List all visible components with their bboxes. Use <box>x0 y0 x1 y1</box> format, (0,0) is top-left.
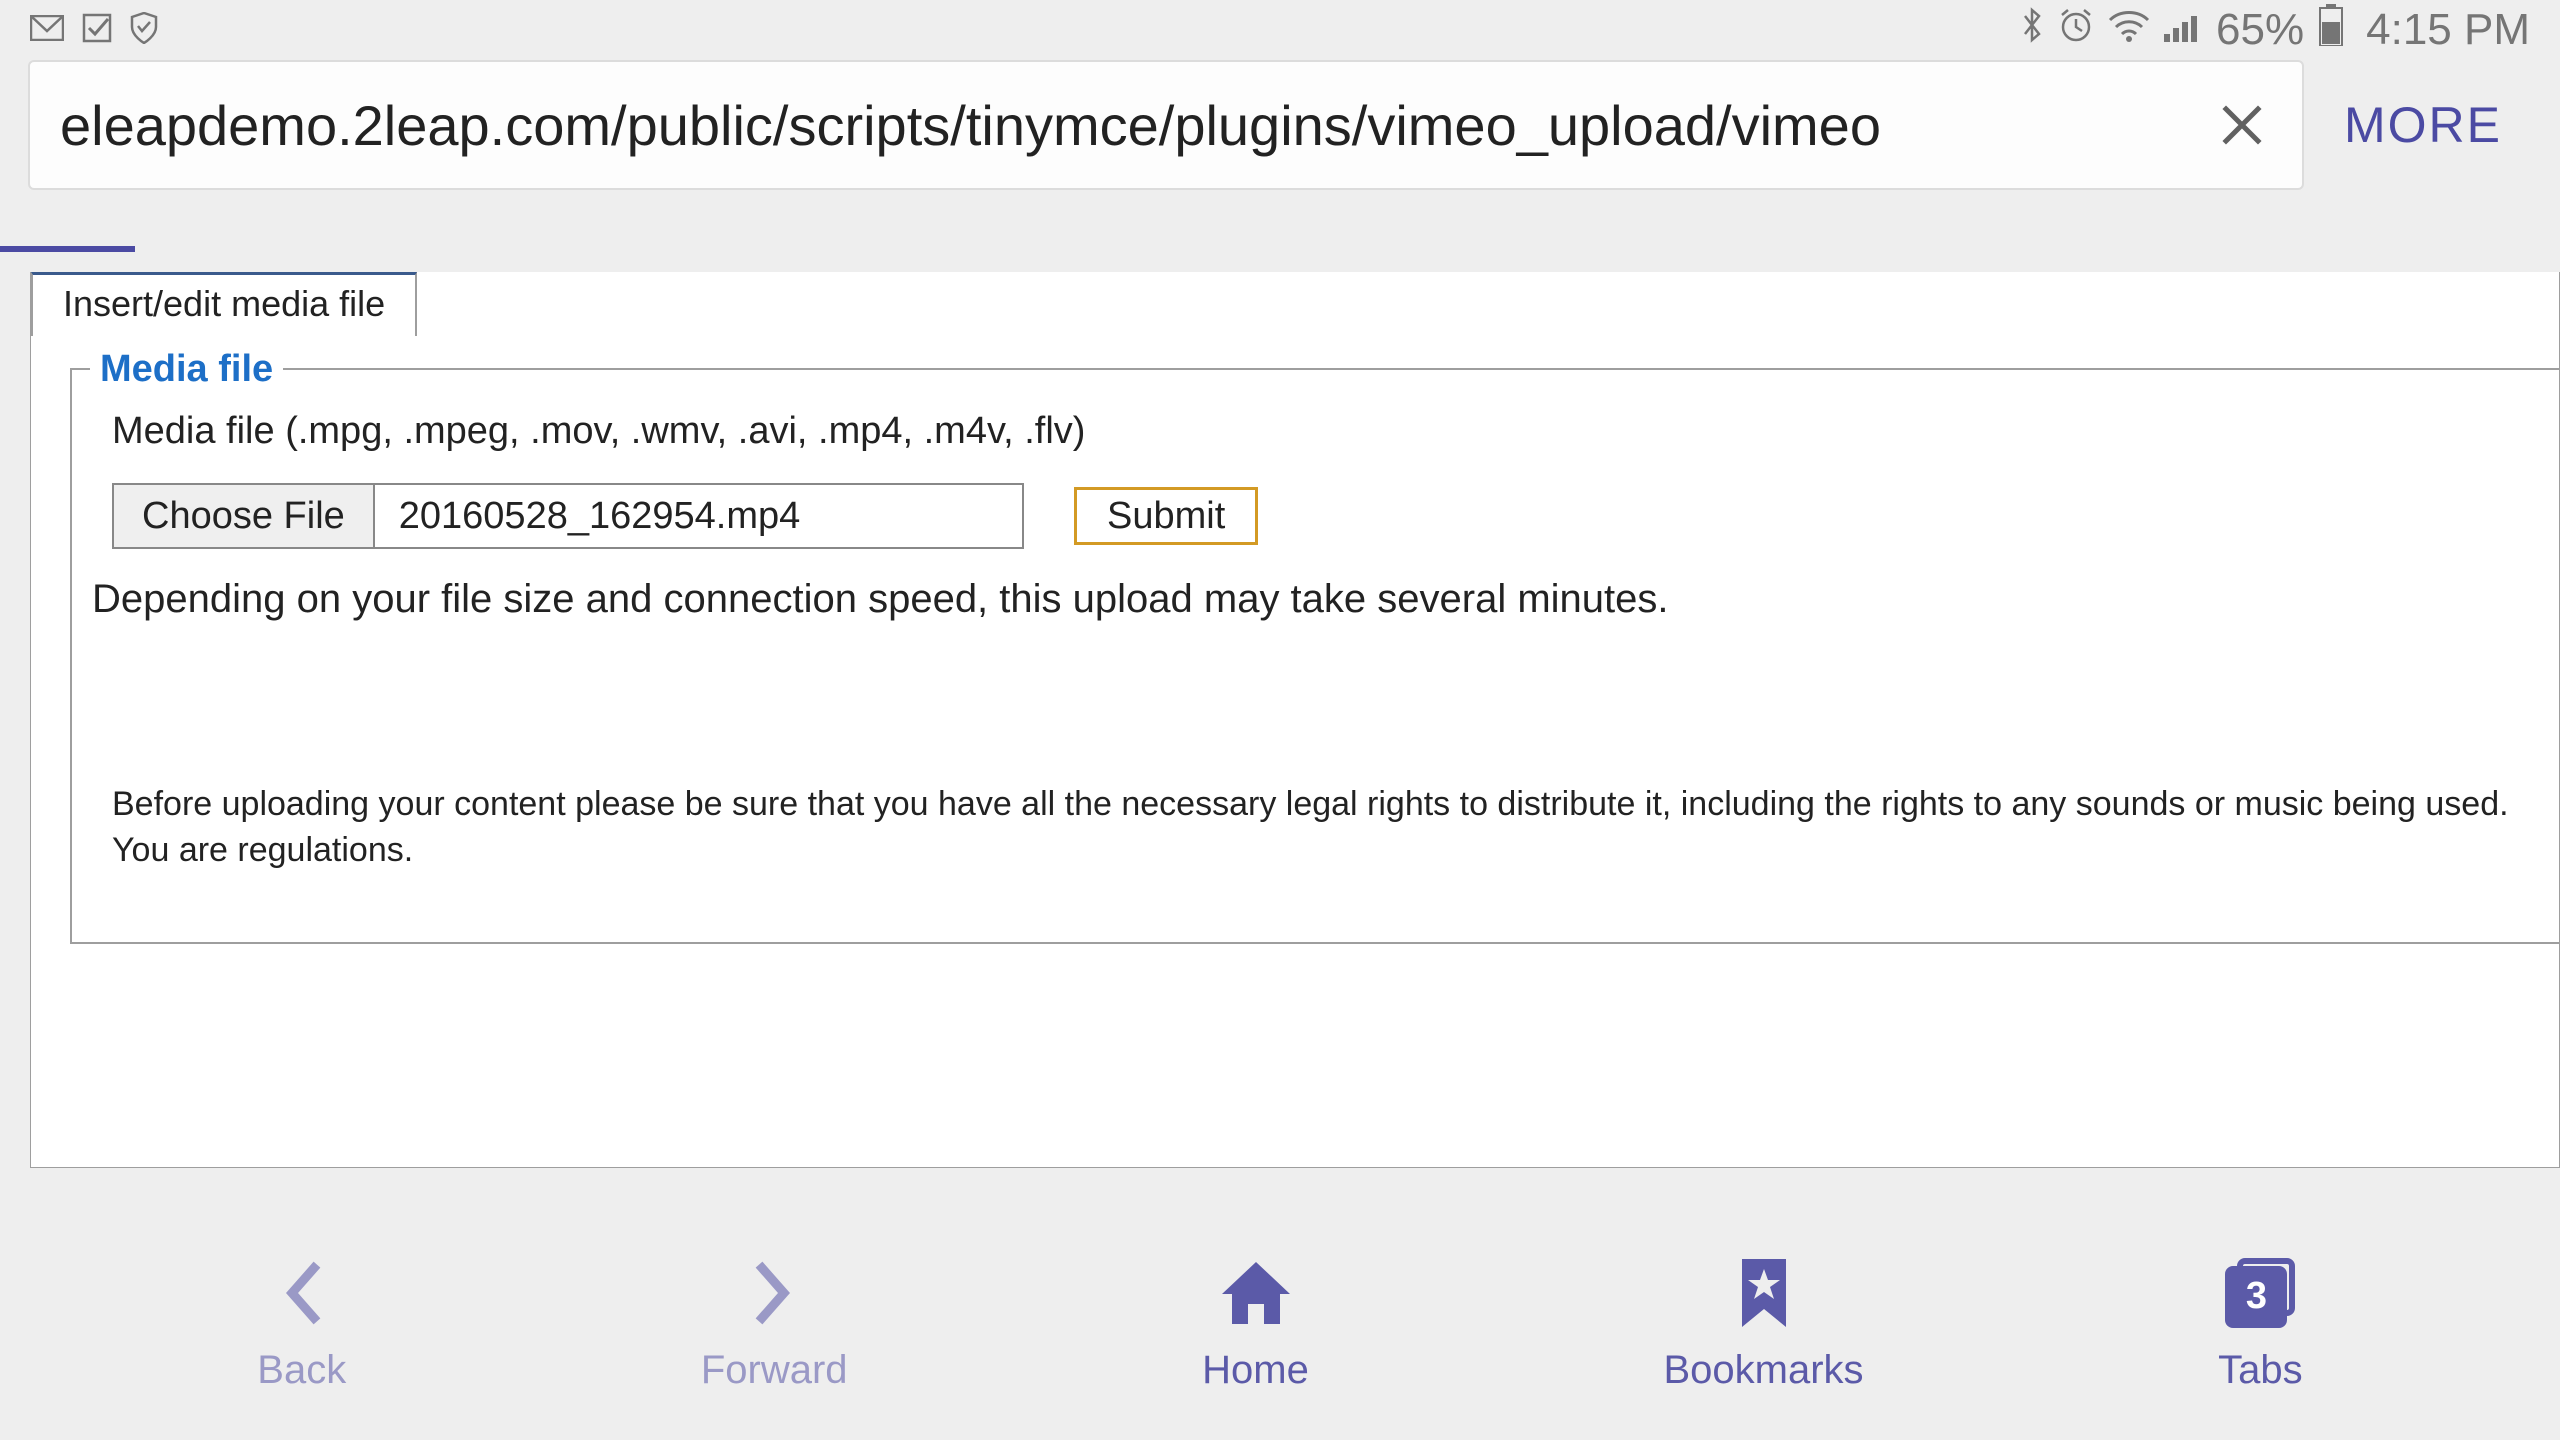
chevron-left-icon <box>280 1255 324 1330</box>
nav-tabs[interactable]: 3 Tabs <box>2218 1255 2303 1393</box>
nav-back[interactable]: Back <box>257 1255 346 1393</box>
legal-note: Before uploading your content please be … <box>112 782 2560 874</box>
status-bar: 65% 4:15 PM <box>0 0 2560 60</box>
selected-file-name: 20160528_162954.mp4 <box>375 495 825 538</box>
battery-icon <box>2318 4 2344 56</box>
url-text[interactable]: eleapdemo.2leap.com/public/scripts/tinym… <box>60 93 2192 158</box>
progress-indicator <box>0 246 135 252</box>
nav-bookmarks[interactable]: Bookmarks <box>1663 1255 1863 1393</box>
gmail-icon <box>30 15 64 46</box>
nav-back-label: Back <box>257 1348 346 1393</box>
clear-url-button[interactable] <box>2212 95 2272 155</box>
home-icon <box>1216 1255 1296 1330</box>
wifi-icon <box>2108 9 2150 52</box>
alarm-icon <box>2058 7 2094 53</box>
more-button[interactable]: MORE <box>2344 96 2502 154</box>
file-types-label: Media file (.mpg, .mpeg, .mov, .wmv, .av… <box>112 410 2560 453</box>
bookmark-star-icon <box>1736 1255 1792 1330</box>
upload-note: Depending on your file size and connecti… <box>92 577 2560 622</box>
battery-percent: 65% <box>2216 5 2304 55</box>
nav-home[interactable]: Home <box>1202 1255 1309 1393</box>
media-file-fieldset: Media file (.mpg, .mpeg, .mov, .wmv, .av… <box>70 368 2560 944</box>
choose-file-button[interactable]: Choose File <box>114 485 375 547</box>
clock-time: 4:15 PM <box>2366 5 2530 55</box>
nav-bookmarks-label: Bookmarks <box>1663 1348 1863 1393</box>
nav-home-label: Home <box>1202 1348 1309 1393</box>
tabs-icon: 3 <box>2225 1258 2295 1328</box>
tab-insert-edit-media[interactable]: Insert/edit media file <box>31 272 417 336</box>
chevron-right-icon <box>752 1255 796 1330</box>
tabs-count: 3 <box>2225 1266 2287 1328</box>
file-input[interactable]: Choose File 20160528_162954.mp4 <box>112 483 1024 549</box>
bottom-nav: Back Forward Home Bookmarks 3 Tabs <box>0 1208 2560 1440</box>
submit-button[interactable]: Submit <box>1074 487 1258 545</box>
url-bar-row: eleapdemo.2leap.com/public/scripts/tinym… <box>0 60 2560 206</box>
shield-icon <box>130 12 158 49</box>
fieldset-legend: Media file <box>90 348 283 391</box>
nav-tabs-label: Tabs <box>2218 1348 2303 1393</box>
nav-forward[interactable]: Forward <box>701 1255 848 1393</box>
bluetooth-icon <box>2020 6 2044 54</box>
url-bar[interactable]: eleapdemo.2leap.com/public/scripts/tinym… <box>28 60 2304 190</box>
nav-forward-label: Forward <box>701 1348 848 1393</box>
checkbox-icon <box>82 13 112 48</box>
signal-icon <box>2164 9 2202 52</box>
